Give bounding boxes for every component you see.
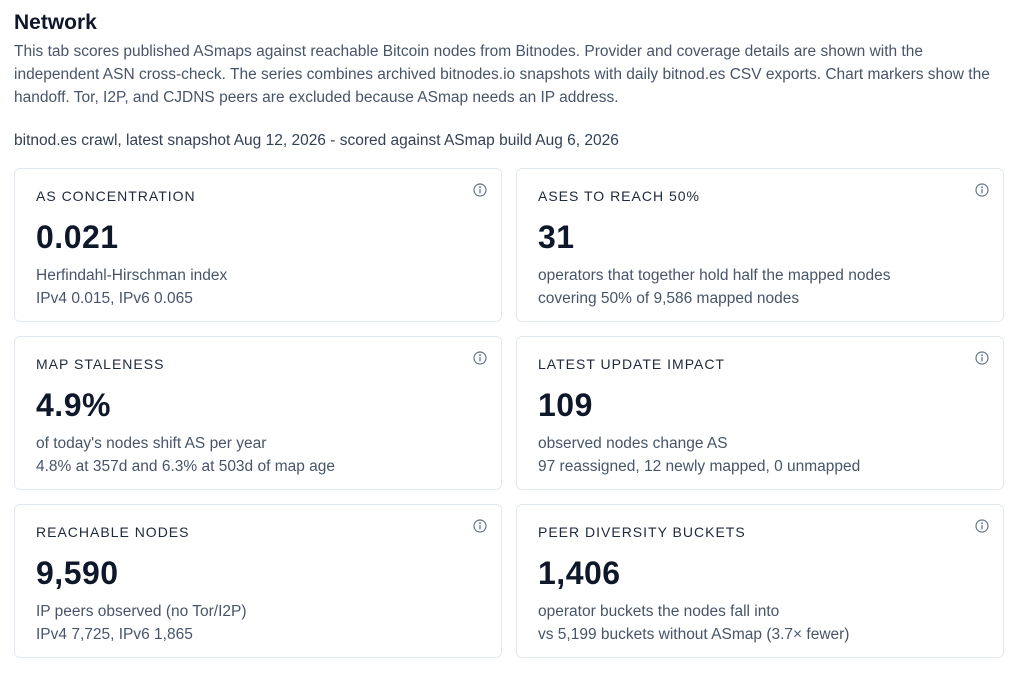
metric-detail: 97 reassigned, 12 newly mapped, 0 unmapp… [538, 458, 861, 475]
metric-value: 1,406 [538, 555, 621, 591]
metric-label: ASES TO REACH 50% [538, 188, 700, 204]
info-icon[interactable] [473, 183, 487, 197]
intro-text: This tab scores published ASmaps against… [14, 43, 990, 106]
metric-description: of today's nodes shift AS per year [36, 435, 267, 452]
page-title: Network [14, 11, 97, 34]
network-tab: Network This tab scores published ASmaps… [14, 8, 1004, 658]
info-icon[interactable] [975, 519, 989, 533]
metric-value: 4.9% [36, 387, 111, 423]
metric-card-as-concentration: AS CONCENTRATION 0.021 Herfindahl-Hirsch… [14, 168, 502, 322]
info-icon[interactable] [975, 351, 989, 365]
metric-grid: AS CONCENTRATION 0.021 Herfindahl-Hirsch… [14, 168, 1004, 658]
metric-description: operators that together hold half the ma… [538, 267, 891, 284]
metric-detail: vs 5,199 buckets without ASmap (3.7× few… [538, 626, 850, 643]
metric-detail: IPv4 0.015, IPv6 0.065 [36, 290, 193, 307]
metric-description: operator buckets the nodes fall into [538, 603, 780, 620]
metric-detail: IPv4 7,725, IPv6 1,865 [36, 626, 193, 643]
metric-value: 0.021 [36, 219, 119, 255]
metric-card-peer-diversity-buckets: PEER DIVERSITY BUCKETS 1,406 operator bu… [516, 504, 1004, 658]
metric-detail: covering 50% of 9,586 mapped nodes [538, 290, 800, 307]
info-icon[interactable] [975, 183, 989, 197]
metric-value: 109 [538, 387, 593, 423]
metric-label: PEER DIVERSITY BUCKETS [538, 524, 746, 540]
metric-description: observed nodes change AS [538, 435, 728, 452]
metric-label: AS CONCENTRATION [36, 188, 196, 204]
metric-description: Herfindahl-Hirschman index [36, 267, 228, 284]
metric-card-reachable-nodes: REACHABLE NODES 9,590 IP peers observed … [14, 504, 502, 658]
metric-card-map-staleness: MAP STALENESS 4.9% of today's nodes shif… [14, 336, 502, 490]
metric-label: LATEST UPDATE IMPACT [538, 356, 725, 372]
metric-description: IP peers observed (no Tor/I2P) [36, 603, 247, 620]
metric-label: MAP STALENESS [36, 356, 165, 372]
metric-card-ases-to-reach-50: ASES TO REACH 50% 31 operators that toge… [516, 168, 1004, 322]
info-icon[interactable] [473, 519, 487, 533]
metric-value: 31 [538, 219, 575, 255]
info-icon[interactable] [473, 351, 487, 365]
metric-label: REACHABLE NODES [36, 524, 190, 540]
metric-value: 9,590 [36, 555, 119, 591]
metric-card-latest-update-impact: LATEST UPDATE IMPACT 109 observed nodes … [516, 336, 1004, 490]
metric-detail: 4.8% at 357d and 6.3% at 503d of map age [36, 458, 336, 475]
crawl-info: bitnod.es crawl, latest snapshot Aug 12,… [14, 132, 619, 149]
